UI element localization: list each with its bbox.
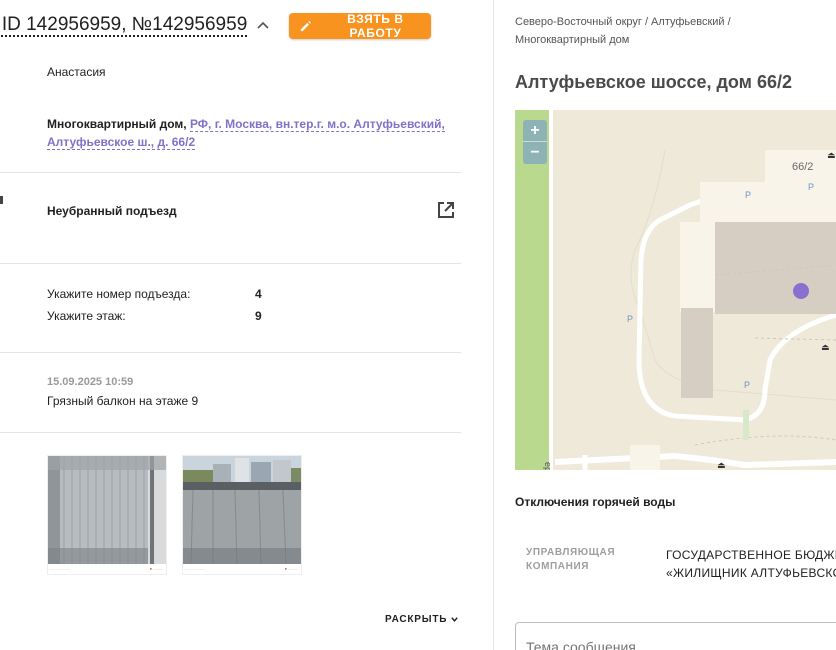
- zoom-out-button[interactable]: −: [523, 142, 547, 164]
- ticket-title[interactable]: ., ID 142956959, №142956959: [0, 15, 248, 37]
- management-company-line: «ЖИЛИЩНИК АЛТУФЬЕВСКО: [666, 566, 836, 580]
- svg-text:⏏: ⏏: [821, 343, 830, 353]
- location-marker[interactable]: [793, 283, 809, 299]
- expand-label: РАСКРЫТЬ: [385, 614, 448, 625]
- divider: [0, 172, 461, 173]
- divider: [0, 263, 461, 264]
- question-label: Укажите номер подъезда:: [47, 287, 191, 301]
- author-name: Анастасия: [47, 65, 106, 79]
- chevron-down-icon: [451, 617, 458, 622]
- photo-stamp: ● ........: [284, 566, 297, 571]
- photo-caption: ........ ........: [185, 566, 204, 571]
- ticket-category: Неубранный подъезд: [47, 204, 177, 218]
- svg-text:⏏: ⏏: [717, 461, 726, 470]
- truncated-left-marker: [0, 196, 3, 204]
- object-panel: Северо-Восточный округ / Алтуфьевский / …: [494, 0, 836, 650]
- balcony-photo-1: [48, 456, 166, 564]
- management-company-label: УПРАВЛЯЮЩАЯ КОМПАНИЯ: [526, 547, 616, 572]
- photo-caption: ........ ........: [50, 566, 69, 571]
- divider: [0, 432, 461, 433]
- object-address-title: Алтуфьевское шоссе, дом 66/2: [515, 72, 793, 92]
- ticket-title-row: ., ID 142956959, №142956959: [0, 12, 270, 40]
- parking-label: P: [744, 380, 750, 390]
- map-building-label: 66/2: [792, 161, 813, 173]
- hot-water-outages-title: Отключения горячей воды: [515, 495, 676, 509]
- parking-label: P: [745, 190, 751, 200]
- map-canvas: 66/2 P P P P ⏏ ⏏ ⏏ ер: [515, 110, 836, 470]
- ticket-panel: ., ID 142956959, №142956959 ВЗЯТЬ В РАБО…: [0, 0, 494, 650]
- comment-date: 15.09.2025 10:59: [47, 376, 134, 388]
- photo-thumbnail[interactable]: ........ ........ ● ........: [47, 455, 167, 575]
- question-value: 9: [255, 309, 262, 323]
- breadcrumb: Северо-Восточный округ / Алтуфьевский / …: [515, 16, 731, 46]
- question-row: Укажите этаж: 9: [47, 309, 262, 323]
- parking-label: P: [808, 182, 814, 192]
- zoom-in-button[interactable]: +: [523, 120, 547, 142]
- pencil-icon: [300, 20, 311, 31]
- question-value: 4: [255, 287, 262, 301]
- expand-button[interactable]: РАСКРЫТЬ: [385, 614, 459, 625]
- take-to-work-label: ВЗЯТЬ В РАБОТУ: [347, 12, 404, 40]
- ticket-address: Многоквартирный дом, РФ, г. Москва, вн.т…: [47, 115, 457, 151]
- take-to-work-button[interactable]: ВЗЯТЬ В РАБОТУ: [289, 12, 431, 40]
- address-type: Многоквартирный дом,: [47, 117, 187, 131]
- management-company-line: ГОСУДАРСТВЕННОЕ БЮДЖЕТ: [666, 548, 836, 562]
- chevron-up-icon[interactable]: [256, 19, 270, 33]
- svg-text:⏏: ⏏: [827, 151, 836, 161]
- open-in-new-icon[interactable]: [436, 200, 456, 220]
- question-label: Укажите этаж:: [47, 309, 126, 323]
- balcony-photo-2: [183, 456, 301, 564]
- photo-stamp: ● ........: [149, 566, 162, 571]
- map[interactable]: 66/2 P P P P ⏏ ⏏ ⏏ ер + −: [515, 110, 836, 470]
- photo-thumbnail[interactable]: ........ ........ ● ........: [182, 455, 302, 575]
- message-subject-input[interactable]: [515, 622, 836, 650]
- divider: [0, 352, 461, 353]
- question-row: Укажите номер подъезда: 4: [47, 287, 262, 301]
- parking-label: P: [627, 314, 633, 324]
- map-zoom-control: + −: [523, 120, 547, 164]
- management-company-value: ГОСУДАРСТВЕННОЕ БЮДЖЕТ «ЖИЛИЩНИК АЛТУФЬЕ…: [666, 546, 836, 582]
- comment-text: Грязный балкон на этаже 9: [47, 394, 199, 408]
- svg-text:ер: ер: [543, 462, 553, 470]
